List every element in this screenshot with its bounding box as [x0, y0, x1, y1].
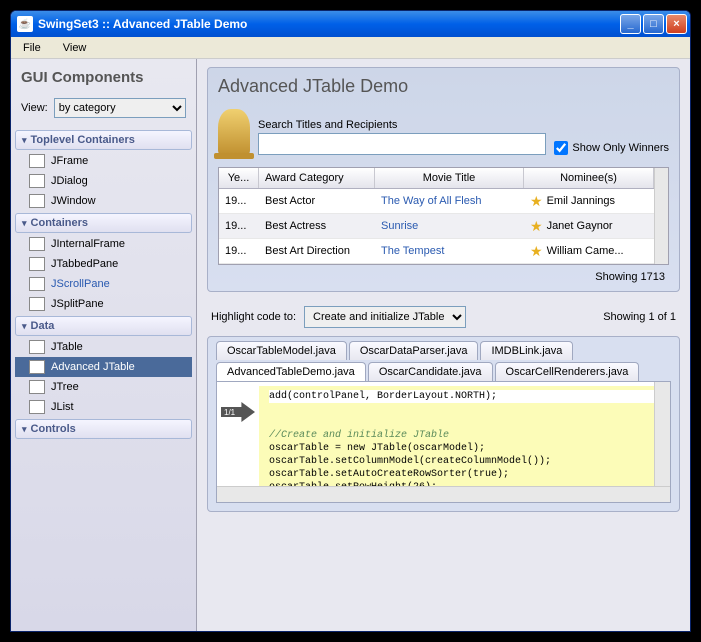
category-containers[interactable]: Containers: [15, 213, 192, 233]
menu-view[interactable]: View: [57, 40, 93, 56]
col-movie[interactable]: Movie Title: [375, 168, 524, 188]
tab-oscarcellrenderers-java[interactable]: OscarCellRenderers.java: [495, 362, 640, 381]
component-icon: [29, 340, 45, 354]
sidebar-item-jtree[interactable]: JTree: [15, 377, 192, 397]
show-winners-checkbox[interactable]: Show Only Winners: [554, 141, 669, 155]
sidebar-item-jdialog[interactable]: JDialog: [15, 171, 192, 191]
sidebar-item-jinternalframe[interactable]: JInternalFrame: [15, 234, 192, 254]
component-icon: [29, 380, 45, 394]
tab-oscartablemodel-java[interactable]: OscarTableModel.java: [216, 341, 347, 360]
sidebar-item-jtable[interactable]: JTable: [15, 337, 192, 357]
sidebar-item-jtabbedpane[interactable]: JTabbedPane: [15, 254, 192, 274]
sidebar-item-jlist[interactable]: JList: [15, 397, 192, 417]
component-icon: [29, 297, 45, 311]
component-icon: [29, 400, 45, 414]
movie-link[interactable]: The Tempest: [375, 242, 524, 260]
demo-title: Advanced JTable Demo: [218, 76, 669, 105]
category-toplevel-containers[interactable]: Toplevel Containers: [15, 130, 192, 150]
code-viewer: 1/1 add(controlPanel, BorderLayout.NORTH…: [216, 381, 671, 503]
sidebar-item-advanced-jtable[interactable]: Advanced JTable: [15, 357, 192, 377]
star-icon: ★: [530, 243, 543, 260]
component-icon: [29, 257, 45, 271]
oscar-icon: [218, 109, 250, 155]
col-nominee[interactable]: Nominee(s): [524, 168, 654, 188]
tab-imdblink-java[interactable]: IMDBLink.java: [480, 341, 573, 360]
table-scrollbar[interactable]: [654, 168, 668, 264]
view-select[interactable]: by category: [54, 98, 186, 118]
highlight-label: Highlight code to:: [211, 311, 296, 323]
component-icon: [29, 174, 45, 188]
sidebar-item-jwindow[interactable]: JWindow: [15, 191, 192, 211]
component-icon: [29, 194, 45, 208]
showing-count: Showing 1713: [218, 265, 669, 283]
tab-oscardataparser-java[interactable]: OscarDataParser.java: [349, 341, 479, 360]
search-label: Search Titles and Recipients: [258, 119, 546, 133]
titlebar[interactable]: ☕ SwingSet3 :: Advanced JTable Demo _ □ …: [11, 11, 690, 37]
sidebar-title: GUI Components: [13, 63, 194, 94]
menu-file[interactable]: File: [17, 40, 47, 56]
tab-oscarcandidate-java[interactable]: OscarCandidate.java: [368, 362, 493, 381]
table-row[interactable]: 19...Best ActressSunrise★Janet Gaynor: [219, 214, 654, 239]
show-winners-input[interactable]: [554, 141, 568, 155]
window-title: SwingSet3 :: Advanced JTable Demo: [38, 17, 620, 31]
sidebar-item-jscrollpane[interactable]: JScrollPane: [15, 274, 192, 294]
category-controls[interactable]: Controls: [15, 419, 192, 439]
code-vscroll[interactable]: [654, 382, 670, 486]
results-table: Ye... Award Category Movie Title Nominee…: [218, 167, 669, 265]
menubar: File View: [11, 37, 690, 59]
highlight-count: Showing 1 of 1: [603, 311, 676, 323]
star-icon: ★: [530, 218, 543, 235]
highlight-select[interactable]: Create and initialize JTable: [304, 306, 466, 328]
component-icon: [29, 360, 45, 374]
table-row[interactable]: 19...Best Art DirectionThe Tempest★Willi…: [219, 239, 654, 264]
table-row[interactable]: 19...Best ActorThe Way of All Flesh★Emil…: [219, 189, 654, 214]
app-icon: ☕: [17, 16, 33, 32]
code-hscroll[interactable]: [217, 486, 670, 502]
snippet-arrow-icon: 1/1: [221, 402, 255, 422]
app-window: ☕ SwingSet3 :: Advanced JTable Demo _ □ …: [10, 10, 691, 632]
sidebar: GUI Components View: by category Topleve…: [11, 59, 197, 631]
minimize-button[interactable]: _: [620, 14, 641, 34]
col-category[interactable]: Award Category: [259, 168, 375, 188]
maximize-button[interactable]: □: [643, 14, 664, 34]
movie-link[interactable]: Sunrise: [375, 217, 524, 235]
movie-link[interactable]: The Way of All Flesh: [375, 192, 524, 210]
component-icon: [29, 237, 45, 251]
component-icon: [29, 277, 45, 291]
code-panel: OscarTableModel.javaOscarDataParser.java…: [207, 336, 680, 512]
col-year[interactable]: Ye...: [219, 168, 259, 188]
close-button[interactable]: ×: [666, 14, 687, 34]
category-data[interactable]: Data: [15, 316, 192, 336]
tab-advancedtabledemo-java[interactable]: AdvancedTableDemo.java: [216, 362, 366, 381]
main-area: Advanced JTable Demo Search Titles and R…: [197, 59, 690, 631]
sidebar-item-jsplitpane[interactable]: JSplitPane: [15, 294, 192, 314]
sidebar-item-jframe[interactable]: JFrame: [15, 151, 192, 171]
search-input[interactable]: [258, 133, 546, 155]
component-icon: [29, 154, 45, 168]
view-label: View:: [21, 102, 48, 114]
demo-panel: Advanced JTable Demo Search Titles and R…: [207, 67, 680, 292]
star-icon: ★: [530, 193, 543, 210]
